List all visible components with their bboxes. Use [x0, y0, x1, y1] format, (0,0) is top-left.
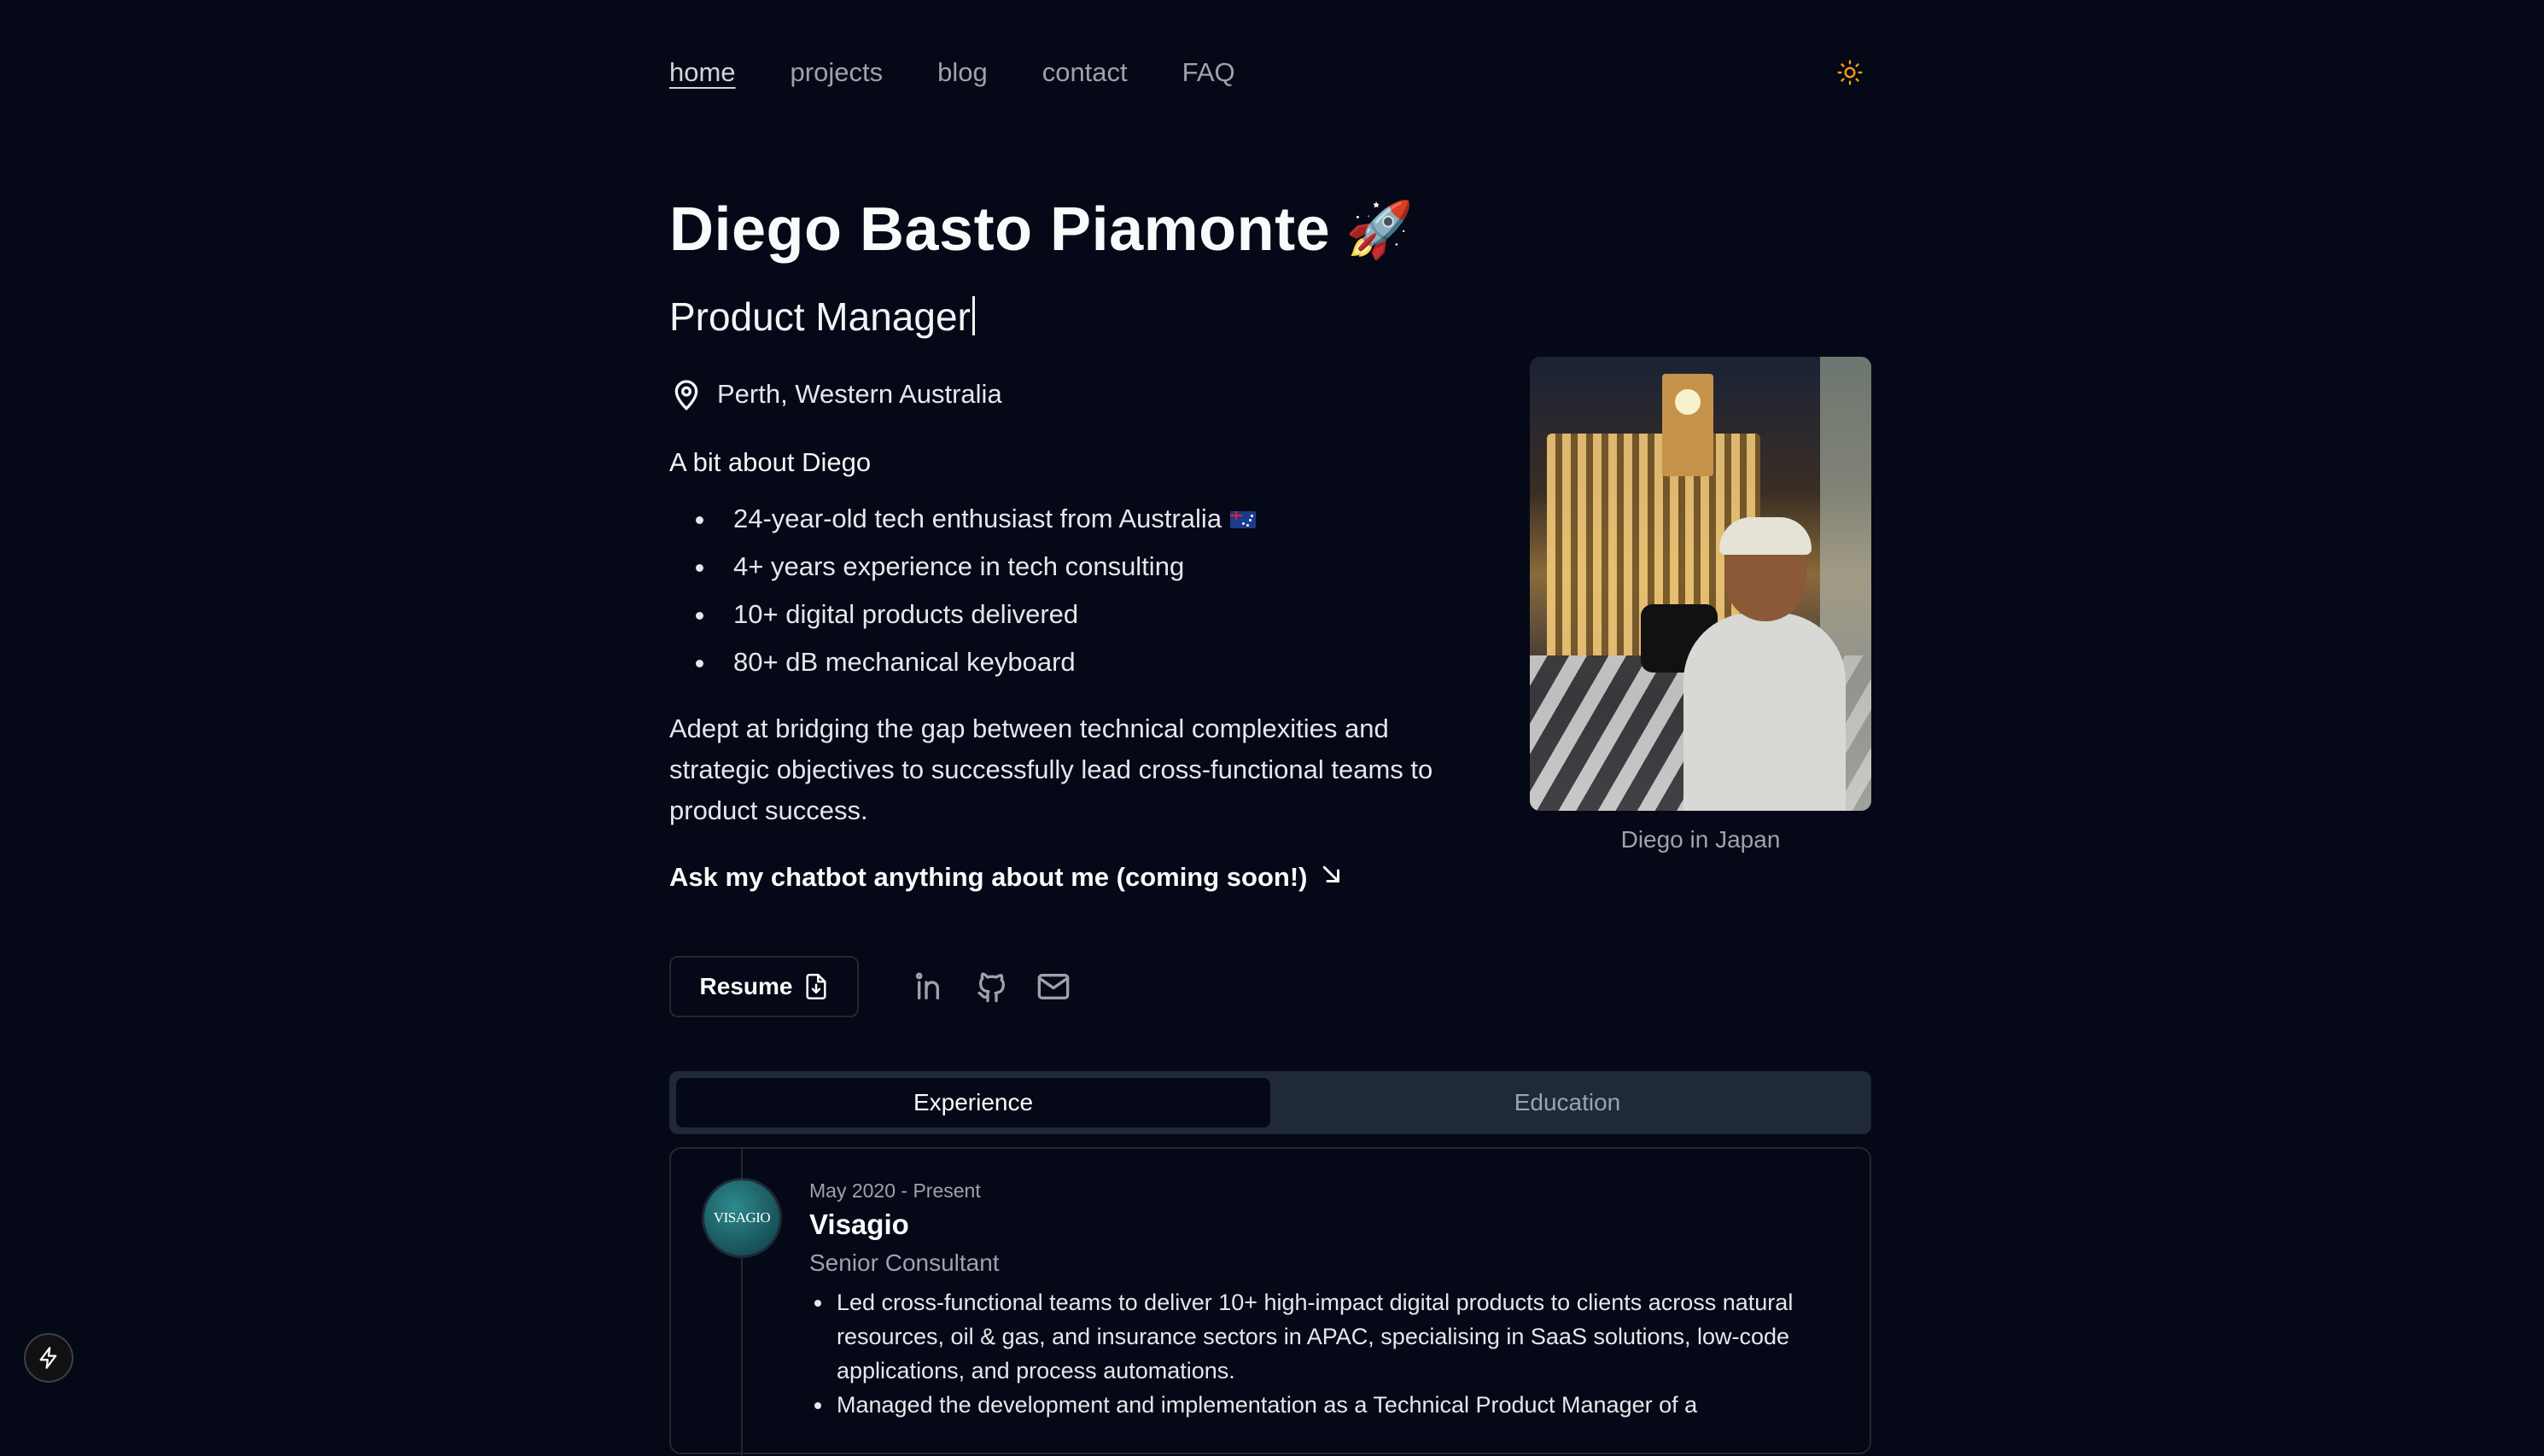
mail-icon [1037, 974, 1070, 999]
experience-points: Led cross-functional teams to deliver 10… [809, 1285, 1834, 1422]
role-typewriter: Product Manager [669, 294, 975, 340]
linkedin-link[interactable] [912, 968, 949, 1005]
top-nav: home projects blog contact FAQ [669, 51, 1871, 94]
theme-toggle-button[interactable] [1829, 51, 1871, 94]
nav-faq[interactable]: FAQ [1182, 57, 1235, 88]
about-heading: A bit about Diego [669, 447, 872, 477]
tab-experience[interactable]: Experience [676, 1078, 1270, 1127]
location-text: Perth, Western Australia [717, 379, 1002, 409]
australia-flag-icon [1230, 511, 1257, 528]
github-icon [977, 972, 1005, 1003]
summary-text: Adept at bridging the gap between techni… [669, 713, 1433, 825]
location: Perth, Western Australia [669, 377, 1002, 411]
about-item: 24-year-old tech enthusiast from Austral… [669, 495, 1257, 543]
text-cursor [972, 296, 975, 335]
about-item: 80+ dB mechanical keyboard [669, 638, 1256, 686]
photo-caption: Diego in Japan [1620, 826, 1781, 853]
email-link[interactable] [1035, 968, 1072, 1005]
map-pin-icon [674, 380, 698, 411]
github-link[interactable] [973, 968, 1011, 1005]
experience-card: VISAGIO May 2020 - Present Visagio Senio… [669, 1147, 1871, 1456]
resume-button[interactable]: Resume [669, 956, 859, 1017]
nav-projects[interactable]: projects [791, 57, 884, 88]
about-list: 24-year-old tech enthusiast from Austral… [669, 495, 1257, 686]
rocket-emoji: 🚀 [1345, 198, 1415, 260]
chatbot-link[interactable]: Ask my chatbot anything about me (coming… [669, 862, 1345, 893]
sun-icon [1837, 60, 1863, 85]
role-text: Product Manager [669, 294, 971, 339]
name-text: Diego Basto Piamonte [669, 195, 1331, 264]
page: home projects blog contact FAQ Diego Bas… [0, 0, 2544, 1456]
nav-home[interactable]: home [669, 57, 736, 88]
linkedin-icon [915, 972, 939, 999]
list-item: Led cross-functional teams to deliver 10… [809, 1285, 1834, 1388]
tab-education[interactable]: Education [1270, 1078, 1864, 1127]
experience-education-tabs: Experience Education [669, 1071, 1871, 1134]
about-item: 10+ digital products delivered [669, 591, 1256, 638]
arrow-down-right-icon [1323, 865, 1340, 882]
about-item: 4+ years experience in tech consulting [669, 543, 1256, 591]
list-item: Managed the development and implementati… [809, 1388, 1834, 1422]
file-download-icon [806, 974, 827, 999]
experience-title: Senior Consultant [809, 1249, 1000, 1276]
visagio-logo[interactable]: VISAGIO [702, 1178, 782, 1258]
profile-photo [1530, 357, 1871, 811]
nav-blog[interactable]: blog [937, 57, 988, 88]
social-links [912, 968, 1096, 1005]
page-title: Diego Basto Piamonte 🚀 [669, 195, 1414, 265]
lightning-bolt-icon [39, 1347, 57, 1369]
nav-contact[interactable]: contact [1042, 57, 1128, 88]
experience-company: Visagio [809, 1208, 909, 1240]
experience-date: May 2020 - Present [809, 1179, 981, 1202]
dev-tools-button[interactable] [24, 1333, 73, 1383]
